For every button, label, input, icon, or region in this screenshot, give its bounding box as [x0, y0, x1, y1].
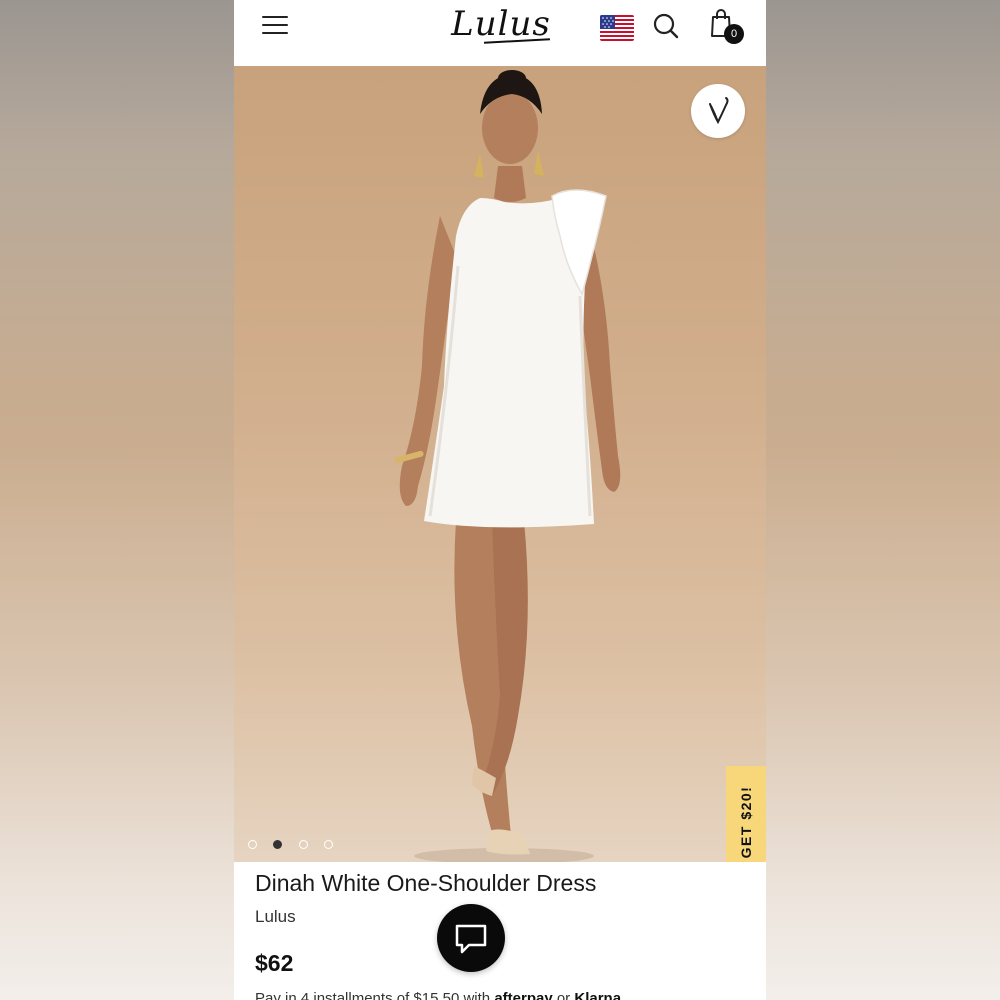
installments-or: or [556, 990, 571, 1000]
search-icon[interactable] [652, 12, 680, 40]
brand-link[interactable]: Lulus [255, 907, 296, 927]
shopping-bag-icon[interactable]: 0 [708, 8, 746, 44]
background-left [0, 0, 234, 1000]
gallery-dot[interactable] [248, 840, 257, 850]
promo-tab[interactable]: GET $20! [726, 766, 766, 862]
gallery-dot[interactable] [324, 840, 334, 850]
product-title: Dinah White One-Shoulder Dress [255, 870, 597, 896]
product-price: $62 [255, 950, 294, 976]
background-right [766, 0, 1000, 1000]
installments-text: Pay in 4 installments of $15.50 with [255, 990, 491, 1000]
chat-button[interactable] [437, 904, 505, 972]
gallery-dot-active[interactable] [273, 840, 283, 850]
chat-bubble-icon [455, 924, 487, 954]
mobile-page: Lulus 0 GET $20! Dinah White One-Shoulde… [234, 0, 766, 1000]
heart-icon [709, 97, 729, 125]
cart-count-badge: 0 [724, 24, 744, 44]
gallery-dot[interactable] [298, 840, 308, 850]
site-header: Lulus 0 [234, 0, 766, 66]
us-flag-icon[interactable] [600, 15, 634, 41]
klarna-link[interactable]: Klarna [574, 990, 621, 1000]
afterpay-link[interactable]: afterpay [494, 990, 552, 1000]
menu-icon[interactable] [262, 14, 288, 36]
promo-label: GET $20! [738, 785, 754, 859]
product-image-gallery[interactable]: GET $20! [234, 66, 766, 862]
installments-note: Pay in 4 installments of $15.50 with aft… [255, 990, 621, 1000]
product-photo [394, 70, 621, 862]
wishlist-button[interactable] [691, 84, 745, 138]
gallery-pagination [248, 836, 345, 850]
